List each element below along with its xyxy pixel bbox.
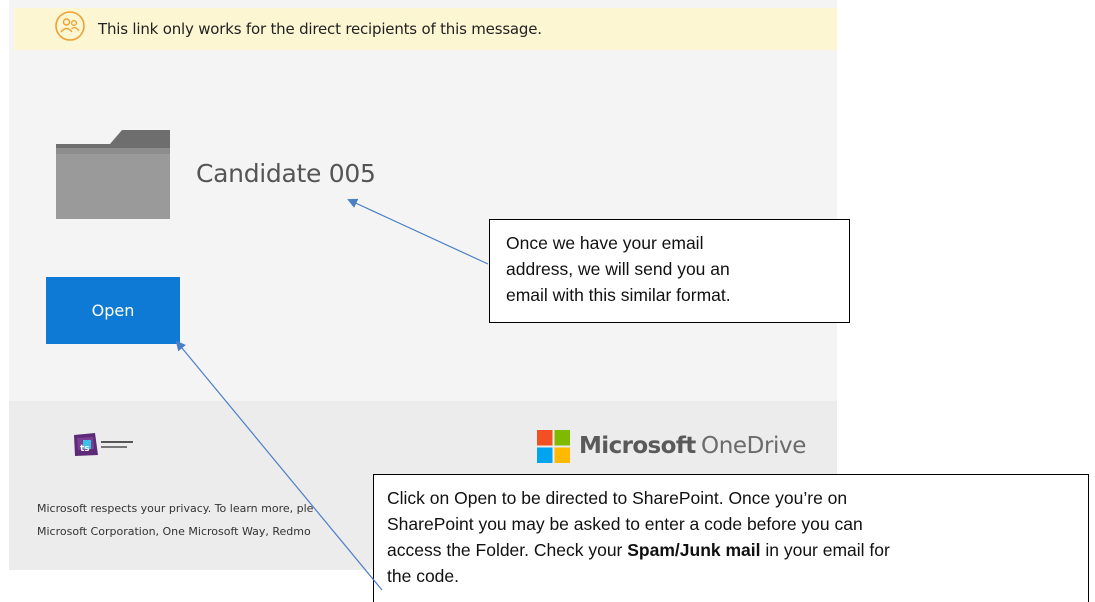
company-logo: ts <box>71 429 163 459</box>
callout-text: access the Folder. Check your <box>387 540 628 560</box>
company-address: Microsoft Corporation, One Microsoft Way… <box>37 525 311 538</box>
banner-text: This link only works for the direct reci… <box>98 20 542 38</box>
folder-icon[interactable] <box>54 130 172 220</box>
microsoft-wordmark: Microsoft <box>579 433 696 459</box>
svg-text:ts: ts <box>80 444 90 454</box>
callout-line: Once we have your email <box>506 233 704 253</box>
callout-line: Click on Open to be directed to SharePoi… <box>387 488 848 508</box>
microsoft-logo-icon <box>537 430 570 463</box>
folder-name: Candidate 005 <box>196 159 376 188</box>
callout-line: SharePoint you may be asked to enter a c… <box>387 514 863 534</box>
email-format-callout: Once we have your email address, we will… <box>489 219 850 323</box>
callout-line: address, we will send you an <box>506 259 730 279</box>
spam-junk-emphasis: Spam/Junk mail <box>627 540 761 560</box>
recipient-warning-banner: This link only works for the direct reci… <box>14 8 837 50</box>
callout-line: email with this similar format. <box>506 285 731 305</box>
open-instructions-callout: Click on Open to be directed to SharePoi… <box>373 474 1089 602</box>
callout-line: the code. <box>387 566 459 586</box>
open-button[interactable]: Open <box>46 277 180 344</box>
people-circle-icon <box>54 10 86 42</box>
onedrive-wordmark: OneDrive <box>701 433 806 459</box>
privacy-text: Microsoft respects your privacy. To lear… <box>37 502 314 515</box>
callout-line: access the Folder. Check your Spam/Junk … <box>387 537 1074 563</box>
callout-text: in your email for <box>760 540 890 560</box>
